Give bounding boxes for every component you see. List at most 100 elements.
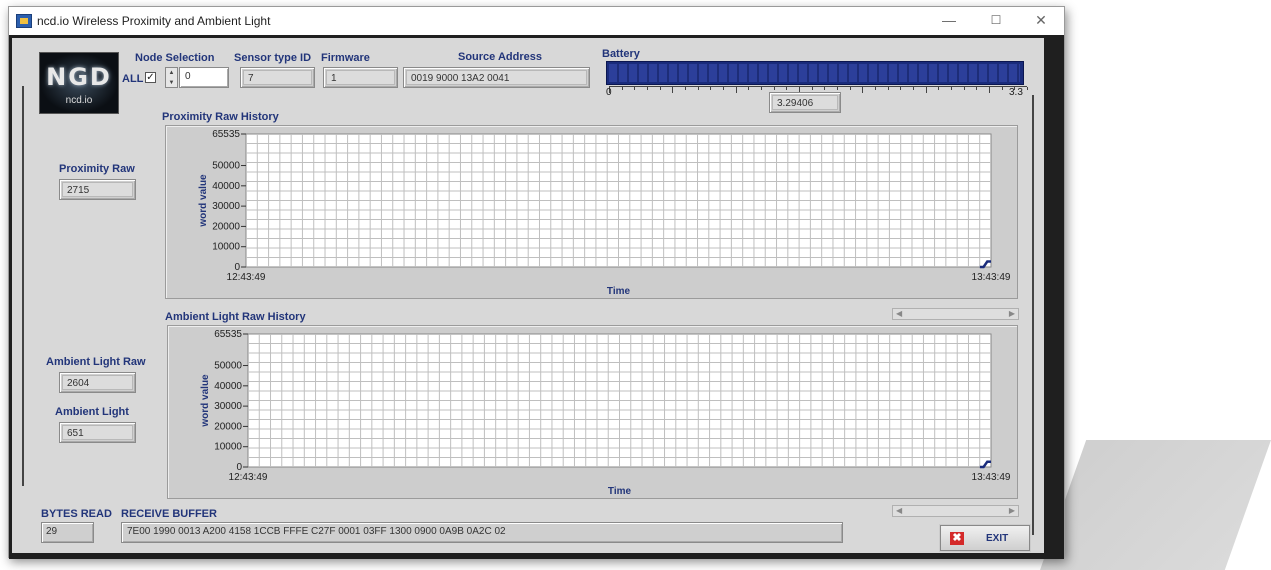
battery-scale-tick [647,87,648,90]
battery-scale-tick [849,87,851,90]
ambient-chart-scrollbar[interactable]: ◀ ▶ [892,308,1019,320]
battery-scale-tick [748,87,750,90]
firmware-indicator: 1 [323,67,398,88]
left-decoration-line [22,86,24,486]
x-tick-label: 12:43:49 [227,272,266,283]
decrement-icon[interactable]: ▼ [166,78,177,88]
y-tick-label: 50000 [214,361,242,372]
scroll-right-icon[interactable]: ▶ [1009,309,1015,319]
battery-fill [609,64,1021,82]
battery-scale-tick [786,87,788,90]
proximity-chart-svg: 655355000040000300002000010000012:43:49 1… [198,129,1011,297]
battery-scale-tick [1027,87,1028,90]
ambient-chart: 65535 50000 40000 30000 20000 10000 0 12:43:49 1… [167,325,1018,499]
y-tick-label: 20000 [212,221,240,232]
battery-scale-tick [1001,87,1003,90]
y-tick-label: 10000 [212,242,240,253]
sensor-type-indicator: 7 [240,67,315,88]
battery-scale-tick [875,87,876,90]
ambient-light-raw-value: 2604 [62,375,133,390]
ambient-light-raw-indicator: 2604 [59,372,136,393]
window-title: ncd.io Wireless Proximity and Ambient Li… [37,14,271,28]
y-tick-label: 30000 [212,201,240,212]
vi-frame: NGD ncd.io Node Selection ALL ✓ ▲ ▼ 0 Se… [9,35,1064,559]
battery-bar [606,61,1024,85]
battery-scale-tick [811,87,813,90]
battery-scale-tick [761,87,762,90]
y-tick-label: 10000 [214,442,242,453]
y-tick-label: 40000 [212,181,240,192]
ambient-chart-title: Ambient Light Raw History [165,311,306,323]
battery-scale-tick [951,87,952,90]
x-tick-label: 12:43:49 [229,472,268,483]
x-axis-title: Time [608,486,632,497]
y-axis-title: word value [198,174,209,228]
y-tick-label: 30000 [214,401,242,412]
logo-brand: NGD [46,63,112,91]
proximity-raw-indicator: 2715 [59,179,136,200]
increment-icon[interactable]: ▲ [166,68,177,78]
battery-scale-tick [697,87,699,90]
source-address-value: 0019 9000 13A2 0041 [406,70,587,85]
battery-scale-tick [659,87,661,90]
proximity-raw-label: Proximity Raw [59,163,135,175]
minimize-icon[interactable]: — [939,11,959,29]
bytes-read-value: 29 [46,526,58,537]
battery-scale-tick [710,87,712,90]
node-input[interactable]: 0 [179,67,229,88]
receive-buffer-indicator: 7E00 1990 0013 A200 4158 1CCB FFFE C27F … [121,522,843,543]
app-window: ncd.io Wireless Proximity and Ambient Li… [8,6,1065,559]
y-tick-label: 65535 [212,129,240,140]
receive-buffer-label: RECEIVE BUFFER [121,508,217,520]
logo-subtitle: ncd.io [65,95,93,106]
x-axis-title: Time [607,286,631,297]
all-label: ALL [122,73,144,85]
source-address-indicator: 0019 9000 13A2 0041 [403,67,590,88]
battery-value-indicator: 3.29406 [769,92,841,113]
ambient-light-value: 651 [62,425,133,440]
sensor-type-label: Sensor type ID [234,52,312,64]
maximize-icon[interactable]: ☐ [986,11,1006,29]
battery-scale-tick [735,87,737,93]
bytes-read-label: BYTES READ [41,508,112,520]
exit-x-icon: ✖ [950,532,964,545]
bytes-read-indicator: 29 [41,522,94,543]
battery-scale-tick [963,87,965,90]
exit-button[interactable]: ✖ EXIT [940,525,1030,551]
x-tick-label: 13:43:49 [972,472,1011,483]
battery-label: Battery [602,48,640,60]
proximity-chart: 65535 50000 40000 30000 20000 10000 0 12:43:49 1… [165,125,1018,299]
ncd-logo: NGD ncd.io [39,52,119,114]
ambient-light-label: Ambient Light [55,406,129,418]
node-stepper[interactable]: ▲ ▼ [165,67,178,88]
proximity-chart-title: Proximity Raw History [162,111,279,123]
battery-scale-tick [685,87,686,90]
battery-scale-tick [913,87,914,90]
scroll-right-icon[interactable]: ▶ [1009,506,1015,516]
battery-scale-tick [925,87,927,93]
close-icon[interactable]: ✕ [1031,11,1051,29]
y-axis-title: word value [200,374,211,428]
all-checkbox[interactable]: ✓ [145,72,156,83]
firmware-value: 1 [326,70,395,85]
source-address-label: Source Address [458,51,542,63]
battery-scale-tick [989,87,990,93]
ambient-light-raw-label: Ambient Light Raw [46,356,146,368]
window-shadow [1040,440,1271,570]
y-tick-label: 20000 [214,421,242,432]
firmware-label: Firmware [321,52,370,64]
y-tick-label: 65535 [214,329,242,340]
y-tick-label: 50000 [212,161,240,172]
title-bar: ncd.io Wireless Proximity and Ambient Li… [9,7,1064,35]
battery-max: 3.3 [1009,87,1023,98]
battery-scale-tick [976,87,978,90]
receive-buffer-value: 7E00 1990 0013 A200 4158 1CCB FFFE C27F … [127,526,506,537]
battery-scale-tick [723,87,724,90]
exit-button-label: EXIT [986,533,1009,544]
bottom-scrollbar[interactable]: ◀ ▶ [892,505,1019,517]
battery-scale-tick [887,87,889,90]
scroll-left-icon[interactable]: ◀ [896,506,902,516]
scroll-left-icon[interactable]: ◀ [896,309,902,319]
battery-scale-tick [837,87,838,90]
battery-scale-tick [672,87,674,93]
